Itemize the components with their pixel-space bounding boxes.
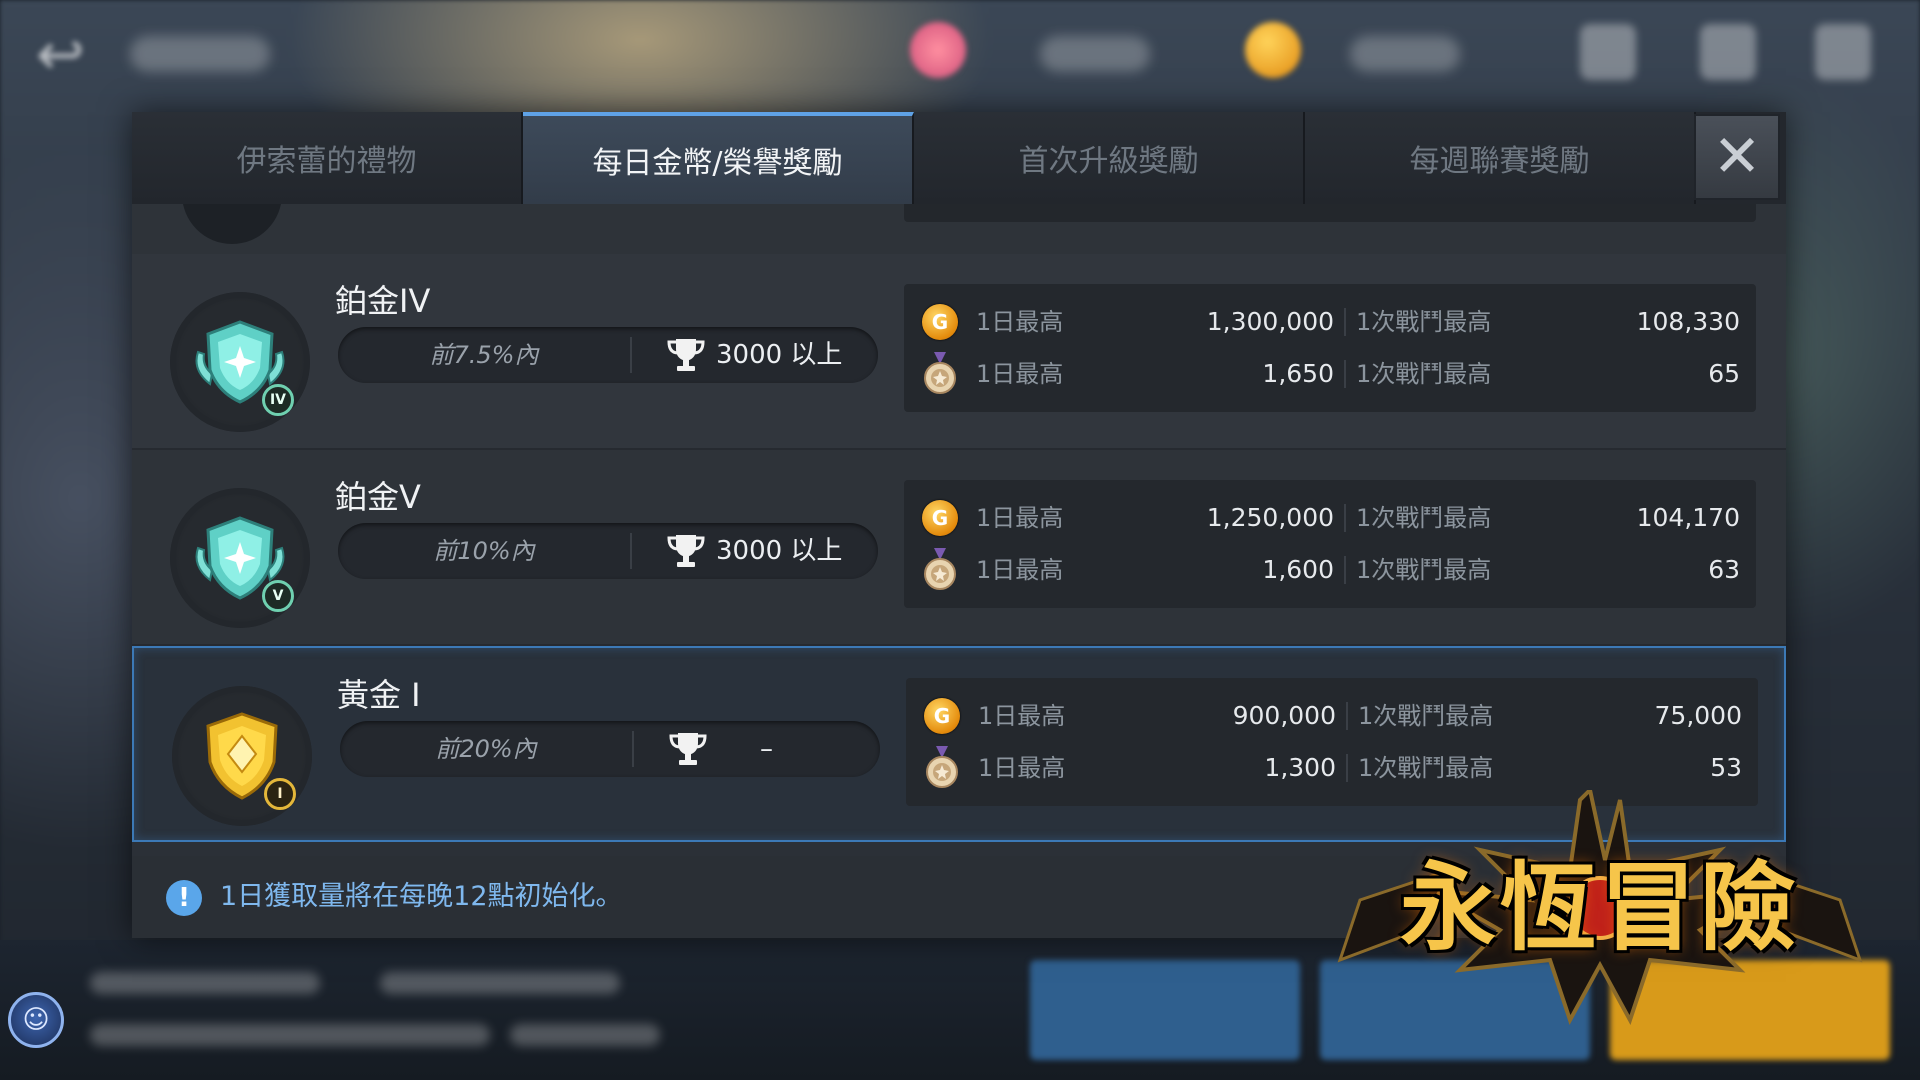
tier-name: 鉑金IV bbox=[335, 282, 431, 320]
trophy-icon bbox=[669, 733, 707, 765]
reward-box: G 1日最高 900,000 1次戰鬥最高 75,000 1日最高 1,300 … bbox=[906, 678, 1758, 806]
mail-icon[interactable] bbox=[1580, 24, 1636, 80]
honor-daily-value: 1,650 bbox=[1262, 359, 1334, 388]
trophy-icon bbox=[667, 339, 705, 371]
tier-row: IV 鉑金IV 前7.5%內 3000 以上 G 1日最高 1,300,000 … bbox=[132, 254, 1786, 450]
gold-reward-line: G 1日最高 1,300,000 1次戰鬥最高 108,330 bbox=[904, 296, 1756, 348]
tab-bar: 伊索蕾的禮物 每日金幣/榮譽獎勵 首次升級獎勵 每週聯賽獎勵 bbox=[132, 112, 1786, 204]
gold-daily-value: 1,300,000 bbox=[1206, 307, 1334, 336]
honor-battle-value: 63 bbox=[1708, 555, 1740, 584]
tab-isolde-gift[interactable]: 伊索蕾的禮物 bbox=[132, 112, 523, 204]
blurred-bottom-text bbox=[90, 972, 320, 994]
tier-level-badge: V bbox=[262, 580, 294, 612]
logo-text: 永恆冒險 bbox=[1400, 851, 1800, 964]
honor-battle-value: 65 bbox=[1708, 359, 1740, 388]
blurred-bottom-text bbox=[510, 1024, 660, 1046]
tab-first-levelup[interactable]: 首次升級獎勵 bbox=[914, 112, 1305, 204]
tier-name: 黃金 I bbox=[337, 676, 421, 714]
partial-row bbox=[132, 204, 1786, 256]
info-exclamation-icon: ! bbox=[166, 880, 202, 916]
honor-reward-line: 1日最高 1,300 1次戰鬥最高 53 bbox=[906, 742, 1758, 794]
tier-row: V 鉑金V 前10%內 3000 以上 G 1日最高 1,250,000 1次戰… bbox=[132, 450, 1786, 646]
rank-condition: 前20%內 bbox=[435, 735, 537, 763]
rank-condition: 前7.5%內 bbox=[429, 341, 539, 369]
game-logo: 永恆冒險 bbox=[1320, 790, 1880, 1030]
inventory-icon[interactable] bbox=[1700, 24, 1756, 80]
top-bar: ↩ bbox=[0, 0, 1920, 110]
rank-condition: 前10%內 bbox=[433, 537, 535, 565]
blurred-bottom-text bbox=[90, 1024, 490, 1046]
gold-battle-value: 75,000 bbox=[1654, 701, 1742, 730]
gold-coin-icon: G bbox=[924, 698, 960, 734]
tier-name: 鉑金V bbox=[335, 478, 421, 516]
back-arrow-icon[interactable]: ↩ bbox=[36, 25, 116, 83]
blurred-bottom-text bbox=[380, 972, 620, 994]
honor-battle-value: 53 bbox=[1710, 753, 1742, 782]
blurred-gold-icon bbox=[1245, 22, 1301, 78]
gold-badge-icon: I bbox=[172, 686, 312, 826]
gold-daily-value: 900,000 bbox=[1232, 701, 1336, 730]
blurred-title bbox=[130, 36, 270, 72]
honor-reward-line: 1日最高 1,650 1次戰鬥最高 65 bbox=[904, 348, 1756, 400]
condition-box: 前10%內 3000 以上 bbox=[338, 523, 878, 579]
tier-level-badge: IV bbox=[262, 384, 294, 416]
score-condition: – bbox=[760, 734, 773, 764]
cat-avatar-icon[interactable]: ☺ bbox=[8, 992, 64, 1048]
honor-medal-icon bbox=[926, 746, 958, 788]
honor-daily-value: 1,300 bbox=[1264, 753, 1336, 782]
gold-daily-value: 1,250,000 bbox=[1206, 503, 1334, 532]
gold-battle-value: 104,170 bbox=[1636, 503, 1740, 532]
honor-daily-value: 1,600 bbox=[1262, 555, 1334, 584]
platinum-badge-icon: V bbox=[170, 488, 310, 628]
tab-weekly-league[interactable]: 每週聯賽獎勵 bbox=[1305, 112, 1696, 204]
honor-medal-icon bbox=[924, 548, 956, 590]
partial-badge-icon bbox=[182, 204, 282, 244]
honor-reward-line: 1日最高 1,600 1次戰鬥最高 63 bbox=[904, 544, 1756, 596]
gold-coin-icon: G bbox=[922, 304, 958, 340]
gold-battle-value: 108,330 bbox=[1636, 307, 1740, 336]
score-condition: 3000 以上 bbox=[716, 340, 843, 370]
gold-coin-icon: G bbox=[922, 500, 958, 536]
trophy-icon bbox=[667, 535, 705, 567]
blurred-gold-amount bbox=[1350, 36, 1460, 72]
tier-list[interactable]: IV 鉑金IV 前7.5%內 3000 以上 G 1日最高 1,300,000 … bbox=[132, 204, 1786, 856]
condition-box: 前20%內 – bbox=[340, 721, 880, 777]
blurred-gem-icon bbox=[910, 22, 966, 78]
blurred-bottom-button[interactable] bbox=[1030, 960, 1300, 1060]
close-button[interactable]: ✕ bbox=[1694, 114, 1780, 200]
gold-reward-line: G 1日最高 1,250,000 1次戰鬥最高 104,170 bbox=[904, 492, 1756, 544]
reward-box: G 1日最高 1,250,000 1次戰鬥最高 104,170 1日最高 1,6… bbox=[904, 480, 1756, 608]
blurred-currency bbox=[1040, 36, 1150, 72]
score-condition: 3000 以上 bbox=[716, 536, 843, 566]
notice-text: 1日獲取量將在每晚12點初始化。 bbox=[220, 881, 623, 912]
gold-reward-line: G 1日最高 900,000 1次戰鬥最高 75,000 bbox=[906, 690, 1758, 742]
honor-medal-icon bbox=[924, 352, 956, 394]
platinum-badge-icon: IV bbox=[170, 292, 310, 432]
home-icon[interactable] bbox=[1815, 24, 1871, 80]
tier-level-badge: I bbox=[264, 778, 296, 810]
condition-box: 前7.5%內 3000 以上 bbox=[338, 327, 878, 383]
reward-box: G 1日最高 1,300,000 1次戰鬥最高 108,330 1日最高 1,6… bbox=[904, 284, 1756, 412]
tab-daily-gold-honor[interactable]: 每日金幣/榮譽獎勵 bbox=[523, 112, 914, 204]
